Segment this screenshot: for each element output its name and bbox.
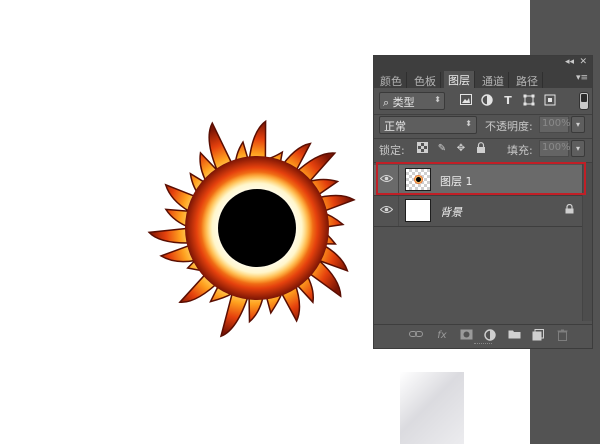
opacity-label: 不透明度: [485,120,533,133]
panel-title-bar[interactable]: ◂◂ ✕ [374,56,592,70]
chevron-updown-icon: ⬍ [465,119,472,128]
search-icon: ⌕ [383,96,390,109]
image-filter-icon[interactable] [459,94,473,108]
layer-filter-row: ⌕ 类型 ⬍ T [379,92,589,112]
selected-layer-highlight-box [376,162,586,195]
blend-mode-select[interactable]: 正常 ⬍ [379,116,477,134]
panel-tabs: 颜色 色板 图层 通道 路径 ▾≡ [374,70,592,88]
opacity-input[interactable]: 100% [539,116,571,133]
opacity-dropdown-button[interactable]: ▾ [571,116,585,133]
filter-toggle-switch[interactable] [579,92,589,110]
tab-layers[interactable]: 图层 [444,71,475,88]
black-disc [218,189,296,267]
shape-filter-icon[interactable] [522,94,536,108]
lock-icon [565,203,574,217]
visibility-eye-icon[interactable] [379,205,393,217]
tab-color[interactable]: 颜色 [376,72,407,88]
link-icon[interactable] [408,329,424,343]
filter-kind-label: 类型 [392,96,415,109]
blend-mode-value: 正常 [384,120,406,133]
lock-transparent-pixels-icon[interactable] [415,142,429,156]
trash-icon[interactable] [554,329,570,343]
adjustment-filter-icon[interactable] [480,94,494,108]
divider [374,226,592,227]
fill-dropdown-button[interactable]: ▾ [571,140,585,157]
layer-thumbnail [405,199,431,222]
divider [374,114,592,115]
collapse-panel-icon[interactable]: ◂◂ [565,57,574,67]
fx-icon[interactable]: fx [434,329,450,343]
adjustment-icon[interactable] [482,329,498,343]
lock-all-icon[interactable] [474,142,488,156]
fill-label: 填充: [507,144,533,157]
divider [374,138,592,139]
mask-icon[interactable] [458,329,474,343]
lock-label: 锁定: [379,144,405,157]
smart-object-filter-icon[interactable] [543,94,557,108]
folder-icon[interactable] [506,329,522,343]
layers-panel: ◂◂ ✕ 颜色 色板 图层 通道 路径 ▾≡ ⌕ 类型 ⬍ T 正常 ⬍ 不透明… [373,55,593,349]
layer-filter-kind-select[interactable]: ⌕ 类型 ⬍ [379,92,445,110]
blend-row: 正常 ⬍ 不透明度: 100% ▾ [379,116,589,136]
layers-footer-toolbar: fx [374,324,592,346]
layer-row-background[interactable]: 背景 [374,196,592,226]
move-lock-icon[interactable]: ✥ [454,142,468,156]
fill-input[interactable]: 100% [539,140,571,157]
chevron-updown-icon: ⬍ [434,95,441,104]
divider [398,196,399,226]
lock-row: 锁定: ✎ ✥ 填充: 100% ▾ [379,140,589,160]
layer-name[interactable]: 背景 [440,204,462,220]
panel-menu-icon[interactable]: ▾≡ [576,73,588,83]
tab-swatches[interactable]: 色板 [410,72,441,88]
watermark-fade [400,372,464,444]
panel-resize-grip[interactable] [474,343,492,345]
brush-lock-icon[interactable]: ✎ [435,142,449,156]
tab-paths[interactable]: 路径 [512,72,543,88]
type-filter-icon[interactable]: T [501,94,515,108]
new-layer-icon[interactable] [530,329,546,343]
close-panel-icon[interactable]: ✕ [579,57,587,67]
tab-channels[interactable]: 通道 [478,72,509,88]
